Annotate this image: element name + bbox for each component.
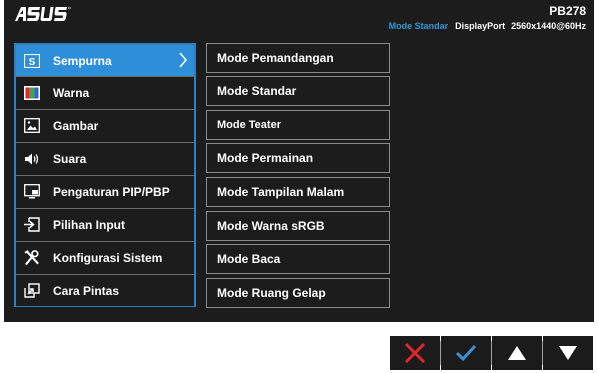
menu-item-pip-pbp[interactable]: Pengaturan PIP/PBP [16, 176, 194, 207]
menu-item-cara-pintas[interactable]: Cara Pintas [16, 275, 194, 306]
input-select-icon [24, 217, 40, 233]
sub-menu: Mode Pemandangan Mode Standar Mode Teate… [206, 43, 390, 308]
osd-panel: PB278 Mode Standar DisplayPort 2560x1440@6… [4, 0, 594, 322]
up-button[interactable] [492, 336, 542, 370]
menu-item-label: Pilihan Input [53, 217, 125, 232]
menu-item-label: Sempurna [53, 53, 112, 68]
status-line: Mode Standar DisplayPort 2560x1440@60Hz [389, 21, 586, 31]
speaker-icon [24, 151, 40, 167]
osd-header: PB278 Mode Standar DisplayPort 2560x1440@6… [4, 0, 594, 34]
resolution: 2560x1440@60Hz [511, 21, 586, 31]
sub-item-mode-tampilan-malam[interactable]: Mode Tampilan Malam [206, 177, 390, 207]
sub-item-mode-permainan[interactable]: Mode Permainan [206, 143, 390, 173]
menu-item-konfigurasi-sistem[interactable]: Konfigurasi Sistem [16, 242, 194, 273]
sub-item-mode-baca[interactable]: Mode Baca [206, 244, 390, 274]
up-arrow-icon [508, 346, 526, 360]
menu-item-label: Warna [53, 85, 90, 100]
input-source: DisplayPort [455, 21, 506, 31]
sub-item-mode-ruang-gelap[interactable]: Mode Ruang Gelap [206, 278, 390, 308]
sub-item-mode-pemandangan[interactable]: Mode Pemandangan [206, 43, 390, 73]
menu-item-label: Pengaturan PIP/PBP [53, 184, 170, 199]
tools-icon [24, 249, 40, 266]
down-button[interactable] [543, 336, 593, 370]
menu-item-sempurna[interactable]: S Sempurna [16, 45, 194, 76]
menu-item-gambar[interactable]: Gambar [16, 110, 194, 141]
menu-item-label: Gambar [53, 118, 99, 133]
menu-item-suara[interactable]: Suara [16, 143, 194, 174]
shortcut-icon [24, 283, 40, 299]
color-icon [24, 85, 40, 101]
check-icon [455, 344, 477, 362]
sub-item-mode-teater[interactable]: Mode Teater [206, 110, 390, 140]
menu-item-label: Konfigurasi Sistem [53, 250, 163, 265]
down-arrow-icon [559, 346, 577, 360]
menu-item-label: Cara Pintas [53, 283, 120, 298]
menu-item-warna[interactable]: Warna [16, 77, 194, 108]
current-mode: Mode Standar [388, 21, 449, 31]
menu-item-pilihan-input[interactable]: Pilihan Input [16, 209, 194, 240]
main-menu: S Sempurna Warna Gambar Suara Pengaturan… [14, 43, 196, 307]
svg-text:S: S [29, 57, 36, 68]
splendid-icon: S [24, 53, 40, 69]
close-icon [404, 342, 426, 364]
menu-item-label: Suara [53, 151, 87, 166]
sub-item-mode-warna-srgb[interactable]: Mode Warna sRGB [206, 211, 390, 241]
model-name: PB278 [549, 4, 586, 18]
control-buttons [390, 336, 593, 372]
pip-icon [24, 184, 40, 200]
chevron-right-icon [179, 52, 187, 68]
asus-logo [15, 6, 71, 21]
close-button[interactable] [390, 336, 440, 370]
confirm-button[interactable] [441, 336, 491, 370]
image-icon [24, 118, 40, 134]
sub-item-mode-standar[interactable]: Mode Standar [206, 76, 390, 106]
